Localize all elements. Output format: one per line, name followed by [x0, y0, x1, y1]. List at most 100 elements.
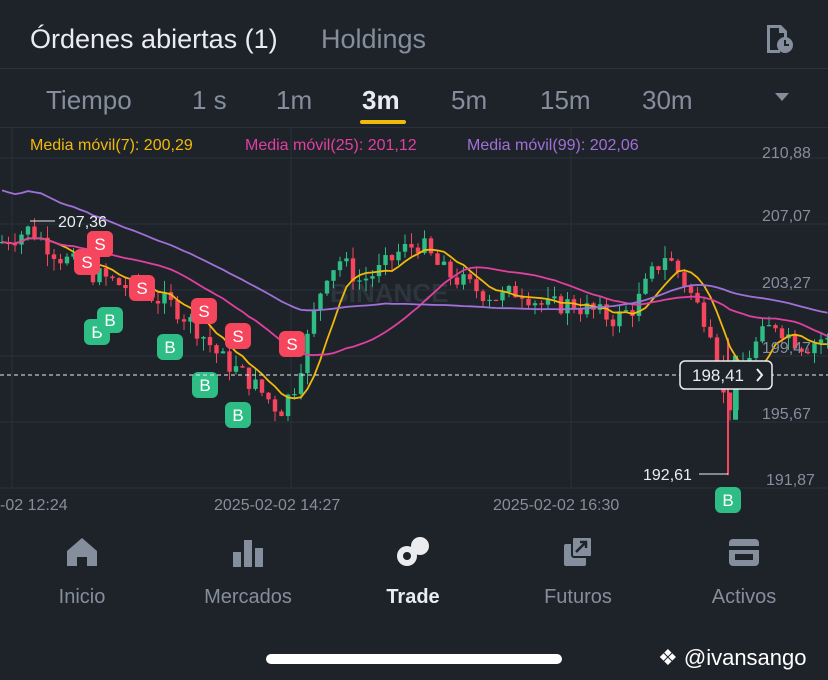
candle-body: [344, 258, 349, 262]
candle-body: [766, 325, 772, 327]
timeframe-15m[interactable]: 15m: [540, 85, 591, 116]
chevron-down-icon[interactable]: [775, 93, 789, 101]
ma99-legend: Media móvil(99): 202,06: [467, 137, 639, 154]
nav-futuros[interactable]: Futuros: [513, 520, 643, 620]
candle-body: [32, 226, 37, 239]
candle-body: [227, 351, 232, 372]
sell-marker[interactable]: S: [87, 231, 113, 257]
candle-body: [500, 292, 505, 301]
candle-body: [480, 291, 486, 302]
candle-body: [240, 366, 245, 368]
nav-activos[interactable]: Activos: [679, 520, 809, 620]
marker-letter: S: [136, 279, 147, 298]
nav-trade[interactable]: Trade: [348, 520, 478, 620]
candle-body: [220, 351, 226, 354]
candle-body: [454, 277, 460, 285]
candle-body: [383, 255, 388, 266]
candle-body: [324, 280, 330, 294]
timeframe-1s[interactable]: 1 s: [192, 85, 227, 116]
candle-body: [181, 319, 187, 322]
candle-body: [682, 272, 687, 287]
candle-body: [25, 226, 31, 235]
candle-body: [753, 341, 759, 358]
candle-body: [526, 298, 531, 306]
candle-body: [558, 296, 564, 314]
candle-body: [623, 310, 629, 312]
timeframe-30m[interactable]: 30m: [642, 85, 693, 116]
candle-body: [279, 411, 284, 417]
candle-body: [701, 302, 707, 327]
nav-mercados[interactable]: Mercados: [183, 520, 313, 620]
buy-marker[interactable]: B: [97, 307, 123, 333]
candle-body: [578, 309, 583, 315]
candle-body: [103, 268, 109, 277]
y-tick-label: 195,67: [762, 406, 811, 423]
candle-body: [662, 258, 668, 270]
candle-body: [669, 258, 674, 261]
sell-marker[interactable]: S: [225, 323, 251, 349]
candle-body: [272, 399, 278, 412]
home-icon: [67, 538, 97, 566]
candle-body: [487, 299, 492, 302]
candle-body: [155, 301, 161, 304]
timeframe-5m[interactable]: 5m: [451, 85, 487, 116]
sell-marker[interactable]: S: [279, 331, 305, 357]
candle-body: [448, 261, 453, 278]
candle-body: [259, 379, 265, 393]
tab-open-orders[interactable]: Órdenes abiertas (1): [30, 24, 278, 55]
diamond-logo-icon: ❖: [658, 645, 678, 670]
candle-body: [773, 325, 778, 329]
candle-body: [64, 256, 70, 264]
sell-marker[interactable]: S: [129, 275, 155, 301]
bar-chart-icon: [233, 540, 263, 567]
watermark-text: @ivansango: [683, 645, 807, 670]
candle-body: [656, 266, 661, 270]
price-chart[interactable]: BINANCE SSSSSSSSBBBBBB Media móvil(7): 2…: [0, 128, 828, 520]
candle-body: [818, 339, 824, 344]
candle-body: [493, 299, 499, 302]
marker-letter: B: [232, 406, 243, 425]
trade-markers: SSSSSSSSBBBBBB: [74, 231, 741, 513]
candle-body: [110, 276, 115, 279]
home-indicator[interactable]: [266, 654, 562, 664]
current-price-label: 198,41: [692, 366, 744, 385]
timeframe-3m[interactable]: 3m: [362, 85, 400, 116]
candle-body: [337, 261, 343, 271]
candle-body: [610, 319, 616, 327]
candle-body: [207, 337, 213, 346]
timeframe-1m[interactable]: 1m: [276, 85, 312, 116]
buy-marker[interactable]: B: [157, 334, 183, 360]
marker-letter: S: [232, 327, 243, 346]
nav-label: Futuros: [544, 586, 612, 608]
sell-marker[interactable]: S: [191, 298, 217, 324]
candle-body: [441, 261, 447, 265]
nav-inicio[interactable]: Inicio: [17, 520, 147, 620]
candle-body: [305, 333, 310, 374]
candle-body: [812, 343, 817, 354]
buy-marker[interactable]: B: [192, 372, 218, 398]
buy-marker[interactable]: B: [225, 402, 251, 428]
candle-body: [643, 278, 648, 294]
candle-body: [58, 258, 63, 264]
tab-holdings[interactable]: Holdings: [321, 24, 426, 55]
futures-icon: [564, 536, 593, 566]
y-tick-label: 191,87: [766, 472, 815, 489]
y-tick-label: 203,27: [762, 275, 811, 292]
buy-marker[interactable]: B: [715, 487, 741, 513]
document-clock-icon[interactable]: [762, 22, 796, 56]
candle-body: [467, 274, 473, 280]
candle-body: [402, 244, 408, 252]
marker-letter: S: [198, 302, 209, 321]
current-price-tag[interactable]: 198,41: [679, 360, 773, 390]
marker-letter: S: [94, 235, 105, 254]
candle-body: [409, 244, 414, 248]
candle-body: [506, 286, 512, 293]
ma25-legend: Media móvil(25): 201,12: [245, 137, 417, 154]
candle-body: [428, 238, 434, 254]
candle-body: [311, 310, 317, 334]
candle-body: [175, 299, 180, 320]
candle-body: [253, 379, 258, 389]
candle-body: [389, 255, 395, 261]
timeframe-tiempo[interactable]: Tiempo: [46, 85, 132, 116]
candle-body: [233, 366, 239, 372]
